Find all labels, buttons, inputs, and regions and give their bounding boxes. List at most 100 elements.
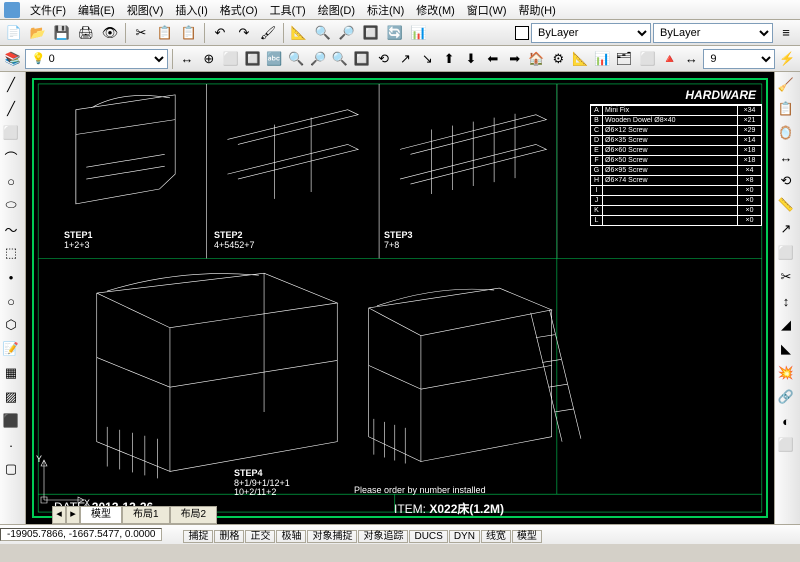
pan-icon[interactable]: ⟲: [374, 48, 394, 70]
linetype-icon[interactable]: ≡: [775, 22, 797, 44]
modify-tool-14[interactable]: ◐: [775, 410, 797, 432]
dim-radius-icon[interactable]: 🔲: [243, 48, 263, 70]
tb-icon[interactable]: ⬅: [483, 48, 503, 70]
print-icon[interactable]: 🖨: [75, 22, 97, 44]
modify-tool-1[interactable]: 📋: [775, 98, 797, 120]
draw-tool-4[interactable]: ○: [0, 170, 22, 192]
modify-tool-7[interactable]: ⬜: [775, 242, 797, 264]
layer-combo[interactable]: 💡 0: [25, 49, 168, 69]
menu-file[interactable]: 文件(F): [24, 0, 72, 20]
tb-icon[interactable]: ⬜: [638, 48, 658, 70]
zoom-out-icon[interactable]: 🔎: [308, 48, 328, 70]
draw-tool-13[interactable]: ▨: [0, 386, 22, 408]
menu-insert[interactable]: 插入(I): [169, 0, 213, 20]
layer-icon[interactable]: 📚: [3, 48, 23, 70]
tb-icon[interactable]: ⚡: [777, 48, 797, 70]
tab-prev-icon[interactable]: ◂: [52, 506, 66, 524]
cut-icon[interactable]: ✂: [130, 22, 152, 44]
draw-tool-14[interactable]: ⬛: [0, 410, 22, 432]
modify-tool-4[interactable]: ⟲: [775, 170, 797, 192]
color-swatch[interactable]: [515, 26, 529, 40]
modify-tool-12[interactable]: 💥: [775, 362, 797, 384]
menu-view[interactable]: 视图(V): [121, 0, 170, 20]
status-toggle-2[interactable]: 正交: [245, 530, 275, 543]
draw-tool-5[interactable]: ⬭: [0, 194, 22, 216]
modify-tool-2[interactable]: 🪞: [775, 122, 797, 144]
draw-tool-11[interactable]: 📝: [0, 338, 22, 360]
bylayer-color-combo[interactable]: ByLayer: [531, 23, 651, 43]
tb-icon[interactable]: ↘: [417, 48, 437, 70]
tb-icon[interactable]: ➡: [505, 48, 525, 70]
dim-aligned-icon[interactable]: ⊕: [199, 48, 219, 70]
tb-icon[interactable]: 🔺: [660, 48, 680, 70]
tb-icon[interactable]: 📊: [592, 48, 612, 70]
menu-edit[interactable]: 编辑(E): [72, 0, 121, 20]
zoom-win-icon[interactable]: 🔲: [352, 48, 372, 70]
draw-tool-16[interactable]: ▢: [0, 458, 22, 480]
tb-icon[interactable]: 📐: [570, 48, 590, 70]
menu-tools[interactable]: 工具(T): [264, 0, 312, 20]
status-toggle-1[interactable]: 删格: [214, 530, 244, 543]
modify-tool-13[interactable]: 🔗: [775, 386, 797, 408]
modify-tool-0[interactable]: 🧹: [775, 74, 797, 96]
status-toggle-4[interactable]: 对象捕捉: [307, 530, 357, 543]
tab-layout2[interactable]: 布局2: [170, 506, 218, 524]
status-toggle-6[interactable]: DUCS: [409, 530, 447, 543]
copy-icon[interactable]: 📋: [154, 22, 176, 44]
zoomext-icon[interactable]: 🔲: [360, 22, 382, 44]
modify-tool-15[interactable]: ⬜: [775, 434, 797, 456]
menu-modify[interactable]: 修改(M): [410, 0, 461, 20]
new-icon[interactable]: 📄: [3, 22, 25, 44]
draw-tool-1[interactable]: ╱: [0, 98, 22, 120]
matchprop-icon[interactable]: 🖌: [257, 22, 279, 44]
status-toggle-9[interactable]: 模型: [512, 530, 542, 543]
modify-tool-8[interactable]: ✂: [775, 266, 797, 288]
draw-tool-7[interactable]: ⬚: [0, 242, 22, 264]
save-icon[interactable]: 💾: [51, 22, 73, 44]
zoom-ext-icon[interactable]: 🔍: [330, 48, 350, 70]
modify-tool-6[interactable]: ↗: [775, 218, 797, 240]
zoom-icon[interactable]: 🔍: [312, 22, 334, 44]
bylayer-linetype-combo[interactable]: ByLayer: [653, 23, 773, 43]
modify-tool-9[interactable]: ↕: [775, 290, 797, 312]
zoomwin-icon[interactable]: 🔎: [336, 22, 358, 44]
draw-tool-6[interactable]: ～: [0, 218, 22, 240]
draw-tool-9[interactable]: ○: [0, 290, 22, 312]
menu-dimension[interactable]: 标注(N): [361, 0, 410, 20]
dim-angular-icon[interactable]: ⬜: [221, 48, 241, 70]
draw-tool-3[interactable]: ⌒: [0, 146, 22, 168]
tb-icon[interactable]: ↗: [396, 48, 416, 70]
draw-tool-0[interactable]: ╱: [0, 74, 22, 96]
zoom-in-icon[interactable]: 🔍: [286, 48, 306, 70]
paste-icon[interactable]: 📋: [178, 22, 200, 44]
menu-format[interactable]: 格式(O): [214, 0, 264, 20]
draw-tool-15[interactable]: ·: [0, 434, 22, 456]
undo-icon[interactable]: ↶: [209, 22, 231, 44]
status-toggle-5[interactable]: 对象追踪: [358, 530, 408, 543]
modify-tool-5[interactable]: 📏: [775, 194, 797, 216]
props-icon[interactable]: 📊: [408, 22, 430, 44]
status-toggle-8[interactable]: 线宽: [481, 530, 511, 543]
menu-help[interactable]: 帮助(H): [513, 0, 562, 20]
dim-diameter-icon[interactable]: 🔤: [264, 48, 284, 70]
tab-next-icon[interactable]: ▸: [66, 506, 80, 524]
tb-icon[interactable]: 🏠: [527, 48, 547, 70]
tb-icon[interactable]: 🗂: [614, 48, 634, 70]
menu-draw[interactable]: 绘图(D): [312, 0, 361, 20]
draw-tool-8[interactable]: •: [0, 266, 22, 288]
tb-icon[interactable]: ⬇: [461, 48, 481, 70]
modify-tool-10[interactable]: ◢: [775, 314, 797, 336]
drawing-canvas[interactable]: HARDWARE AMini Fix×34BWooden Dowel Ø8×40…: [26, 72, 774, 524]
menu-window[interactable]: 窗口(W): [461, 0, 513, 20]
draw-tool-12[interactable]: ▦: [0, 362, 22, 384]
preview-icon[interactable]: 👁: [99, 22, 121, 44]
tb-icon[interactable]: ⚙: [548, 48, 568, 70]
redo-icon[interactable]: ↷: [233, 22, 255, 44]
regen-icon[interactable]: 🔄: [384, 22, 406, 44]
draw-tool-10[interactable]: ⬡: [0, 314, 22, 336]
tb-icon[interactable]: ↔: [681, 48, 701, 70]
dim-linear-icon[interactable]: ↔: [177, 48, 197, 70]
status-toggle-3[interactable]: 极轴: [276, 530, 306, 543]
status-toggle-7[interactable]: DYN: [449, 530, 480, 543]
draw-tool-2[interactable]: ⬜: [0, 122, 22, 144]
